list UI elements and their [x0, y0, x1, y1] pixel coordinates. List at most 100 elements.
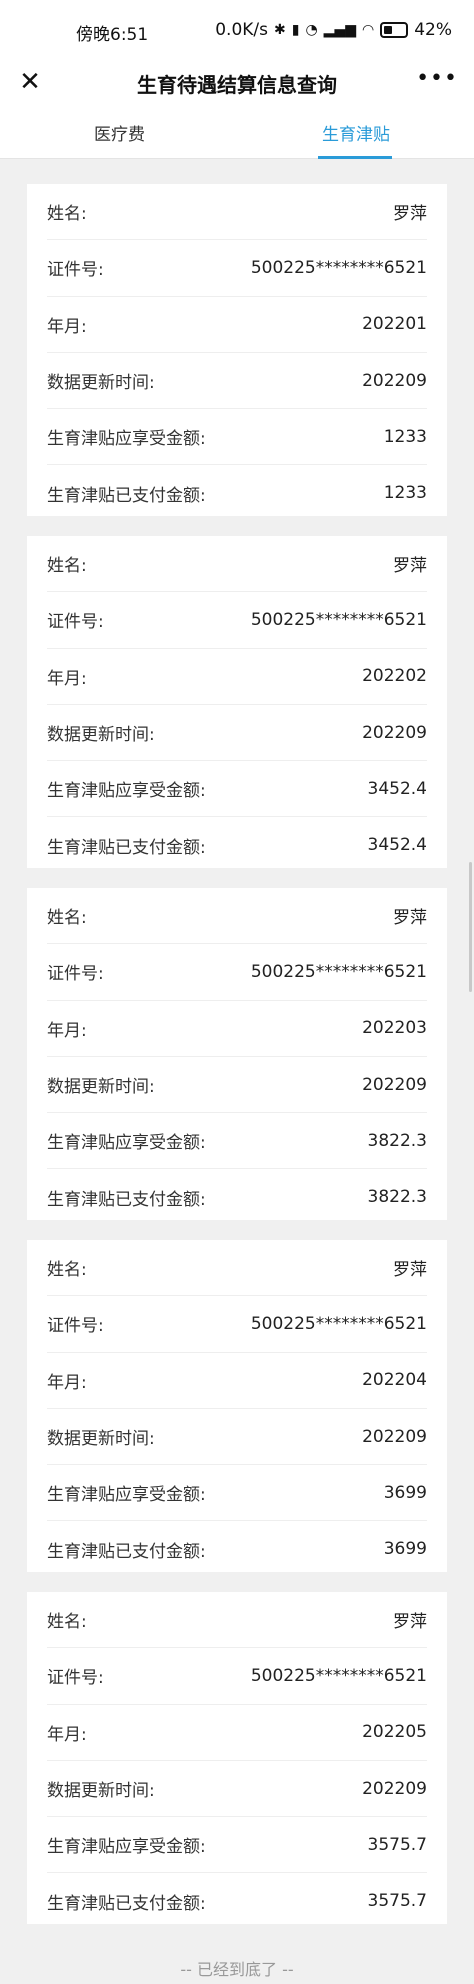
end-of-list-note: -- 已经到底了 --: [180, 1960, 294, 1979]
record-row-due: 生育津贴应享受金额: 1233: [47, 409, 427, 466]
field-value: 202204: [362, 1370, 427, 1391]
field-value: 罗萍: [393, 204, 427, 225]
record-row-paid: 生育津贴已支付金额: 3575.7: [47, 1873, 427, 1928]
tab-bar: 医疗费 生育津贴: [0, 106, 474, 159]
field-label: 生育津贴已支付金额:: [47, 1893, 206, 1914]
field-value: 202203: [362, 1018, 427, 1039]
record-row-paid: 生育津贴已支付金额: 3822.3: [47, 1169, 427, 1224]
record-row-ym: 年月: 202205: [47, 1705, 427, 1761]
field-label: 年月:: [47, 1020, 87, 1041]
page-title: 生育待遇结算信息查询: [137, 72, 337, 97]
field-value: 202209: [362, 370, 427, 391]
record-row-id: 证件号: 500225********6521: [47, 240, 427, 297]
record-card: 姓名: 罗萍 证件号: 500225********6521 年月: 202202 数据更新…: [27, 536, 447, 868]
status-icons: 0.0K/s ✱ ▮ ◔ ▂▄▆ ◠ 42%: [215, 20, 452, 40]
vibrate-icon: ▮: [291, 22, 300, 38]
field-label: 生育津贴已支付金额:: [47, 1189, 206, 1210]
record-row-ym: 年月: 202203: [47, 1001, 427, 1057]
record-row-update: 数据更新时间: 202209: [47, 705, 427, 762]
record-row-due: 生育津贴应享受金额: 3575.7: [47, 1817, 427, 1874]
field-label: 生育津贴应享受金额:: [47, 1485, 206, 1506]
bluetooth-icon: ✱: [274, 22, 286, 38]
status-time: 傍晚6:51: [76, 25, 149, 45]
field-label: 生育津贴应享受金额:: [47, 1837, 206, 1858]
field-label: 年月:: [47, 316, 87, 337]
field-value: 202209: [362, 1778, 427, 1799]
record-row-ym: 年月: 202204: [47, 1353, 427, 1409]
field-label: 生育津贴已支付金额:: [47, 485, 206, 506]
record-row-update: 数据更新时间: 202209: [47, 353, 427, 410]
field-label: 数据更新时间:: [47, 725, 155, 746]
field-value: 500225********6521: [250, 257, 427, 278]
field-label: 证件号:: [47, 1316, 104, 1337]
field-label: 姓名:: [47, 1260, 87, 1281]
field-label: 年月:: [47, 1724, 87, 1745]
close-icon[interactable]: ✕: [12, 64, 48, 100]
record-row-due: 生育津贴应享受金额: 3452.4: [47, 761, 427, 818]
field-value: 罗萍: [393, 908, 427, 929]
field-value: 202209: [362, 722, 427, 743]
field-label: 生育津贴已支付金额:: [47, 837, 206, 858]
field-value: 3452.4: [367, 835, 427, 856]
field-value: 3822.3: [367, 1130, 427, 1151]
field-value: 500225********6521: [250, 609, 427, 630]
tab-maternity-allowance[interactable]: 生育津贴: [322, 120, 390, 145]
field-value: 202205: [362, 1722, 427, 1743]
field-value: 202209: [362, 1074, 427, 1095]
record-row-name: 姓名: 罗萍: [47, 184, 427, 241]
alarm-icon: ◔: [305, 22, 318, 38]
record-card: 姓名: 罗萍证件号: 500225********6521 年月: 202205 数据更新…: [27, 1592, 447, 1924]
record-row-update: 数据更新时间: 202209: [47, 1761, 427, 1818]
record-row-paid: 生育津贴已支付金额: 1233: [47, 465, 427, 520]
record-row-ym: 年月: 202201: [47, 297, 427, 353]
record-row-paid: 生育津贴已支付金额: 3452.4: [47, 817, 427, 872]
field-value: 500225********6521: [250, 961, 427, 982]
record-card: 姓名: 罗萍证件号: 500225********6521 年月: 202201 数据更新…: [27, 184, 447, 516]
record-row-name: 姓名: 罗萍: [47, 888, 427, 945]
record-row-due: 生育津贴应享受金额: 3699: [47, 1465, 427, 1522]
field-value: 3699: [383, 1482, 427, 1503]
field-value: 3575.7: [367, 1891, 427, 1912]
field-value: 1233: [383, 426, 427, 447]
field-value: 罗萍: [393, 1612, 427, 1633]
network-speed: 0.0K/s: [215, 20, 268, 40]
field-value: 罗萍: [393, 1260, 427, 1281]
field-label: 姓名:: [47, 556, 87, 577]
field-value: 202209: [362, 1426, 427, 1447]
field-label: 姓名:: [47, 908, 87, 929]
record-row-update: 数据更新时间: 202209: [47, 1057, 427, 1114]
record-row-id: 证件号: 500225********6521: [47, 1296, 427, 1353]
record-row-ym: 年月: 202202: [47, 649, 427, 705]
field-label: 年月:: [47, 1372, 87, 1393]
field-label: 证件号:: [47, 964, 104, 985]
record-row-id: 证件号: 500225********6521: [47, 1648, 427, 1705]
status-bar: 傍晚6:51 0.0K/s ✱ ▮ ◔ ▂▄▆ ◠ 42%: [0, 0, 474, 60]
battery-icon: [380, 22, 409, 38]
signal-icon: ▂▄▆: [323, 22, 356, 38]
field-value: 3822.3: [367, 1187, 427, 1208]
tab-medical-fees[interactable]: 医疗费: [94, 120, 145, 145]
scrollbar[interactable]: [469, 862, 472, 992]
field-label: 证件号:: [47, 1668, 104, 1689]
field-label: 数据更新时间:: [47, 1781, 155, 1802]
record-row-paid: 生育津贴已支付金额: 3699: [47, 1521, 427, 1576]
field-value: 3452.4: [367, 778, 427, 799]
battery-level: 42%: [414, 20, 452, 40]
field-label: 生育津贴应享受金额:: [47, 429, 206, 450]
wifi-icon: ◠: [361, 22, 375, 38]
more-icon[interactable]: •••: [416, 66, 458, 91]
record-row-update: 数据更新时间: 202209: [47, 1409, 427, 1466]
field-label: 证件号:: [47, 612, 104, 633]
field-label: 姓名:: [47, 1612, 87, 1633]
field-value: 202202: [362, 666, 427, 687]
field-label: 年月:: [47, 668, 87, 689]
record-row-name: 姓名: 罗萍: [47, 1240, 427, 1297]
field-label: 生育津贴应享受金额:: [47, 1133, 206, 1154]
field-label: 证件号:: [47, 260, 104, 281]
field-value: 202201: [362, 314, 427, 335]
nav-bar: ✕ 生育待遇结算信息查询 •••: [0, 60, 474, 106]
field-label: 姓名:: [47, 204, 87, 225]
field-label: 数据更新时间:: [47, 1077, 155, 1098]
record-row-id: 证件号: 500225********6521: [47, 592, 427, 649]
field-value: 3699: [383, 1539, 427, 1560]
